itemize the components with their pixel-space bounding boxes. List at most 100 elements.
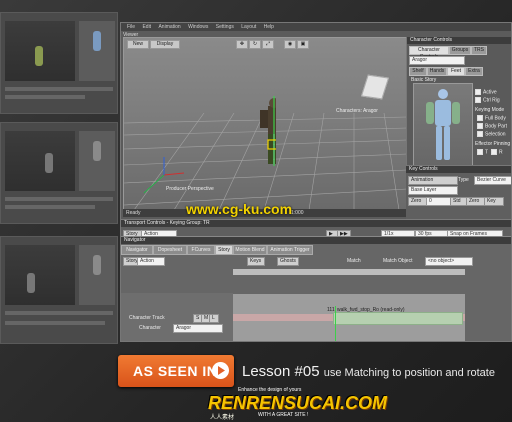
key-value-field[interactable]: 0 <box>426 197 452 206</box>
navigator-panel: Navigator Navigator Dopesheet FCurves St… <box>121 236 511 341</box>
tab-trs[interactable]: TRS <box>471 46 487 55</box>
viewer-frame-readout: 1:000 <box>291 210 304 216</box>
subtab-extra[interactable]: Extra <box>465 67 483 76</box>
thumbnail-figure <box>27 273 35 293</box>
thumbnail-sidepanel <box>79 131 115 191</box>
tab-animation-trigger[interactable]: Animation Trigger <box>267 245 313 255</box>
menu-animation[interactable]: Animation <box>158 24 180 30</box>
pin-r-checkbox[interactable] <box>491 149 497 155</box>
track-character-label: Character <box>139 325 161 331</box>
pin-t-checkbox[interactable] <box>477 149 483 155</box>
thumbnail-figure <box>35 46 43 66</box>
navigator-title: Navigator <box>121 237 511 244</box>
full-body-label: Full Body <box>485 115 506 122</box>
clip-name: walk_fwd_stop_Ro (read-only) <box>337 307 405 313</box>
character-track-name[interactable]: Character Track <box>129 315 165 321</box>
menu-edit[interactable]: Edit <box>142 24 151 30</box>
time-cursor[interactable] <box>335 306 336 341</box>
zero-button[interactable]: Zero <box>408 197 428 206</box>
thumbnail-bar <box>5 205 95 209</box>
thumbnail-1 <box>0 12 118 114</box>
keying-mode-label: Keying Mode <box>475 107 505 113</box>
track-lock-button[interactable]: L <box>209 314 219 323</box>
key-type-select[interactable]: Bezier Curve <box>474 176 511 185</box>
type-label: Type <box>458 177 469 183</box>
camera-tool-icon[interactable]: ◉ <box>284 40 296 49</box>
subtab-feet[interactable]: Feet <box>447 67 465 76</box>
viewport-perspective-label: Producer Perspective <box>166 186 214 192</box>
watermark-cn: 人人素材 <box>210 415 235 421</box>
base-layer-select[interactable]: Base Layer <box>408 186 458 195</box>
story-timeline-ruler[interactable] <box>233 269 465 275</box>
animation-button[interactable]: Animation <box>408 176 458 185</box>
tab-character-controls[interactable]: Character Controls <box>409 46 449 60</box>
key-button[interactable]: Key <box>484 197 504 206</box>
thumbnail-figure <box>93 141 101 161</box>
option-pin-t: T <box>477 149 488 155</box>
story-action-select[interactable]: Action <box>137 257 165 266</box>
watermark-slogan: WITH A GREAT SITE ! <box>258 412 309 418</box>
tab-groups[interactable]: Groups <box>449 46 471 55</box>
thumbnail-bar <box>5 95 85 99</box>
option-selection: Selection <box>477 131 506 137</box>
match-object-label: Match Object <box>383 258 413 264</box>
thumbnail-sidepanel <box>79 245 115 305</box>
menu-layout[interactable]: Layout <box>241 24 256 30</box>
thumbnail-bar <box>5 87 113 91</box>
thumbnail-sidepanel <box>79 21 115 81</box>
ctrl-rig-checkbox[interactable] <box>475 97 481 103</box>
menu-help[interactable]: Help <box>264 24 274 30</box>
active-checkbox[interactable] <box>475 89 481 95</box>
view-cube-icon[interactable] <box>360 74 390 100</box>
thumbnail-bar <box>5 197 113 201</box>
effector-pinning-label: Effector Pinning <box>475 141 511 147</box>
subtab-hands[interactable]: Hands <box>427 67 447 76</box>
menu-file[interactable]: File <box>127 24 135 30</box>
track-character-select[interactable]: Aragor <box>173 324 223 333</box>
viewer-status-text: Ready <box>126 210 141 216</box>
body-part-label: Body Part <box>485 123 507 130</box>
menu-settings[interactable]: Settings <box>216 24 234 30</box>
story-clip[interactable] <box>333 312 463 325</box>
tab-navigator[interactable]: Navigator <box>121 245 153 255</box>
thumbnail-figure <box>93 255 101 275</box>
3d-viewport[interactable]: New Display ✥ ↻ ⤢ ◉ ▣ Producer Perspecti… <box>123 37 408 211</box>
match-label: Match <box>347 258 361 264</box>
translate-tool-icon[interactable]: ✥ <box>236 40 248 49</box>
selection-radio[interactable] <box>477 131 483 137</box>
zero-all-button[interactable]: Zero <box>466 197 486 206</box>
track-list: Character Track S M L Character Aragor <box>121 293 233 341</box>
clip-start-frame: 111 <box>327 307 335 313</box>
character-select[interactable]: Aragor <box>409 56 465 65</box>
active-label: Active <box>483 89 497 96</box>
subtab-shelf[interactable]: Shelf <box>409 67 427 76</box>
match-object-select[interactable]: <no object> <box>425 257 473 266</box>
transport-title: Transport Controls - Keying Group: TR <box>121 220 511 227</box>
menu-windows[interactable]: Windows <box>188 24 208 30</box>
view-tool-icon[interactable]: ▣ <box>297 40 309 49</box>
motionbuilder-window: File Edit Animation Windows Settings Lay… <box>120 22 512 342</box>
viewer-new-button[interactable]: New <box>127 40 149 49</box>
thumbnail-2 <box>0 122 118 224</box>
body-part-radio[interactable] <box>477 123 483 129</box>
scale-tool-icon[interactable]: ⤢ <box>262 40 274 49</box>
character-model[interactable] <box>254 96 276 168</box>
tab-motion-blend[interactable]: Motion Blend <box>233 245 267 255</box>
viewer-display-button[interactable]: Display <box>150 40 180 49</box>
thumbnail-figure <box>45 153 53 173</box>
tab-story[interactable]: Story <box>215 245 233 255</box>
tab-fcurves[interactable]: FCurves <box>187 245 215 255</box>
option-full-body: Full Body <box>477 115 506 121</box>
keys-button[interactable]: Keys <box>247 257 265 266</box>
full-body-radio[interactable] <box>477 115 483 121</box>
rotate-tool-icon[interactable]: ↻ <box>249 40 261 49</box>
story-track-area[interactable]: 111 walk_fwd_stop_Ro (read-only) <box>233 294 465 341</box>
option-pin-r: R <box>491 149 503 155</box>
tab-dopesheet[interactable]: Dopesheet <box>153 245 187 255</box>
character-figure-map[interactable] <box>413 83 473 171</box>
thumbnail-viewport <box>5 131 75 191</box>
viewport-camera-label: Characters: Aragor <box>336 108 378 114</box>
watermark-brand: RENRENSUCAI.COM <box>208 393 388 413</box>
selection-label: Selection <box>485 131 506 138</box>
ghosts-button[interactable]: Ghosts <box>277 257 299 266</box>
